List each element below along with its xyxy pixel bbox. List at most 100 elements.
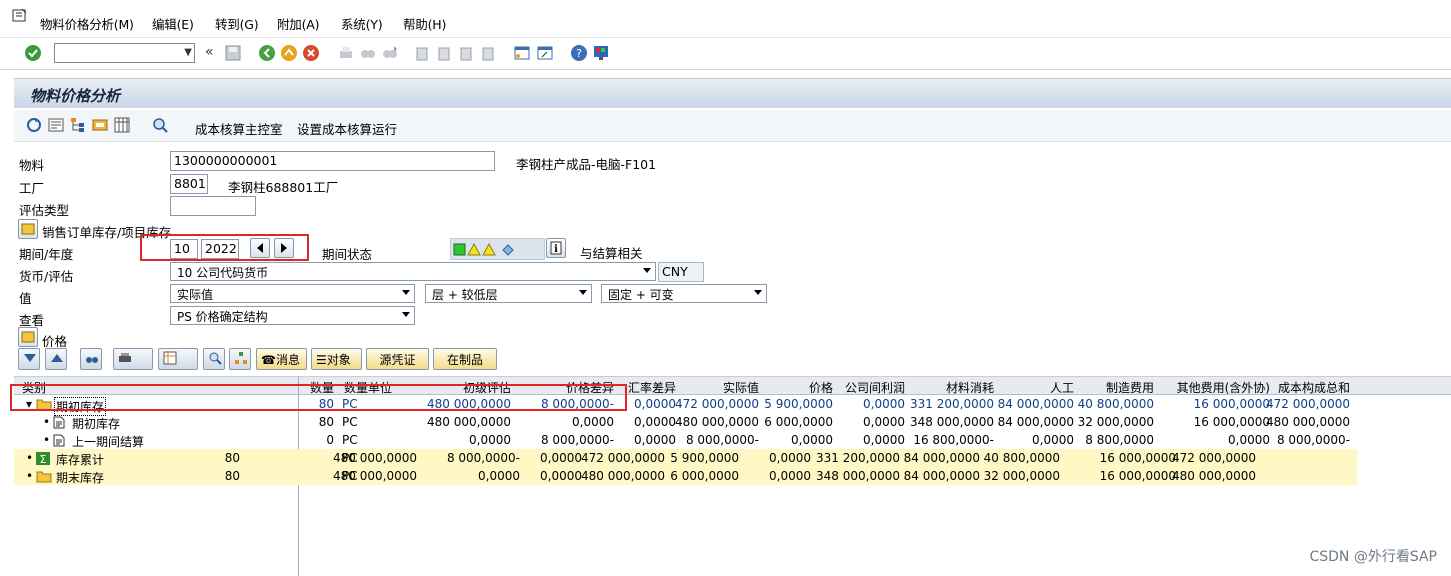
save-icon[interactable] [224,44,242,62]
first-page-icon[interactable] [413,44,431,62]
folder-icon [21,331,35,343]
command-field[interactable]: ▼ [54,43,195,63]
collapse-button[interactable] [45,348,67,370]
col-header-price-variance[interactable]: 价格差异 [566,379,614,396]
sales-order-stock-button[interactable] [18,219,38,239]
year-field[interactable]: 2022 [201,239,239,259]
customize-layout-icon[interactable] [592,44,610,62]
set-costing-run-button[interactable]: 设置成本核算运行 [297,119,397,138]
cancel-icon[interactable] [302,44,320,62]
table-row[interactable]: ▾ 期初库存 80 PC 480 000,0000 8 000,0000- 0,… [14,395,1451,416]
back-icon[interactable] [258,44,276,62]
chevron-down-icon [754,290,762,295]
level-dropdown[interactable]: 层 + 较低层 [425,284,592,303]
back-chevron-icon[interactable]: « [205,44,214,60]
price-button[interactable] [18,327,38,347]
costing-cockpit-button[interactable]: 成本核算主控室 [195,119,283,138]
cell-total-cost-components: 480 000,0000 [1172,469,1256,483]
structure-button[interactable] [229,348,251,370]
info-magnify-icon[interactable] [152,117,168,133]
cell-primary-valuation: 480 000,0000 [427,397,511,411]
exit-icon[interactable] [280,44,298,62]
menu-material-price-analysis[interactable]: 物料价格分析(M) [40,14,134,33]
status-info-button[interactable]: i [546,238,566,258]
value-type-dropdown[interactable]: 实际值 [170,284,415,303]
detail-icon[interactable] [48,117,64,133]
currency-valuation-value: 10 公司代码货币 [177,266,269,280]
new-session-icon[interactable] [513,44,531,62]
cell-labor: 0,0000 [1032,433,1074,447]
cell-total-cost-components: 472 000,0000 [1266,397,1350,411]
col-header-material-consumption[interactable]: 材料消耗 [946,379,994,396]
view-dropdown[interactable]: PS 价格确定结构 [170,306,415,325]
col-header-labor[interactable]: 人工 [1050,379,1074,396]
cell-primary-valuation: 480 000,0000 [333,469,417,483]
zoom-button[interactable] [203,348,225,370]
messages-button[interactable]: ☎消息 [256,348,307,370]
menu-system[interactable]: 系统(Y) [341,14,383,33]
previous-period-button[interactable] [250,238,270,258]
source-document-button[interactable]: 源凭证 [366,348,429,370]
menu-icon[interactable] [12,8,28,24]
svg-text:Σ: Σ [40,453,47,465]
table-row[interactable]: • Σ 库存累计 80 PC 480 000,0000 8 000,0000- … [14,449,1357,467]
cell-price-variance: 0,0000 [478,469,520,483]
col-header-price[interactable]: 价格 [809,379,833,396]
help-icon[interactable]: ? [570,44,588,62]
currency-code-field: CNY [658,262,704,282]
tree-node-label[interactable]: 上一期间结算 [72,433,144,450]
wip-button[interactable]: 在制品 [433,348,497,370]
table-row[interactable]: • 期初库存 80 PC 480 000,0000 0,0000 0,0000 … [14,413,1451,431]
cell-price-variance: 8 000,0000- [446,451,520,465]
valuation-type-field[interactable] [170,196,256,216]
menu-extras[interactable]: 附加(A) [277,14,320,33]
table-row[interactable]: • 上一期间结算 0 PC 0,0000 8 000,0000- 0,0000 … [14,431,1451,449]
layout-menu-button[interactable] [158,348,198,370]
find-next-icon[interactable] [381,44,399,62]
table-row[interactable]: • 期末库存 80 PC 480 000,0000 0,0000 0,0000 … [14,467,1357,485]
display-icon[interactable] [92,117,108,133]
object-button[interactable]: ☰对象 [311,348,362,370]
find-icon[interactable] [359,44,377,62]
fixed-variable-dropdown[interactable]: 固定 + 可变 [601,284,767,303]
fixed-variable-value: 固定 + 可变 [608,288,674,302]
tree-node-label[interactable]: 期末库存 [56,469,104,486]
find-button[interactable] [80,348,102,370]
next-period-button[interactable] [274,238,294,258]
print-icon[interactable] [337,44,355,62]
menu-edit[interactable]: 编辑(E) [152,14,194,33]
menu-goto[interactable]: 转到(G) [215,14,259,33]
check-icon[interactable] [24,44,42,62]
col-header-exchange-variance[interactable]: 汇率差异 [628,379,676,396]
col-header-category[interactable]: 类别 [22,379,46,396]
col-header-actual-value[interactable]: 实际值 [723,379,759,396]
col-header-total-cost-components[interactable]: 成本构成总和 [1278,379,1350,396]
tree-node-label[interactable]: 期初库存 [72,415,120,432]
currency-valuation-dropdown[interactable]: 10 公司代码货币 [170,262,656,281]
print-menu-button[interactable] [113,348,153,370]
cell-overhead: 40 800,0000 [983,451,1060,465]
tree-node-label[interactable]: 库存累计 [56,451,104,468]
col-header-overhead[interactable]: 制造费用 [1106,379,1154,396]
col-header-intercompany-profit[interactable]: 公司间利润 [845,379,905,396]
refresh-icon[interactable] [26,117,42,133]
period-field[interactable]: 10 [170,239,198,259]
col-header-unit[interactable]: 数量单位 [344,379,392,396]
shortcut-icon[interactable] [536,44,554,62]
table-icon[interactable] [114,117,130,133]
menu-help[interactable]: 帮助(H) [403,14,446,33]
material-field[interactable]: 1300000000001 [170,151,495,171]
next-page-icon[interactable] [457,44,475,62]
col-header-primary-valuation[interactable]: 初级评估 [463,379,511,396]
hierarchy-icon[interactable] [70,117,86,133]
expand-button[interactable] [18,348,40,370]
cell-price: 6 000,0000 [670,469,739,483]
cell-material-consumption: 16 800,0000- [913,433,994,447]
expand-arrow-icon[interactable]: ▾ [26,397,32,411]
col-header-quantity[interactable]: 数量 [310,379,334,396]
prev-page-icon[interactable] [435,44,453,62]
plant-field[interactable]: 8801 [170,174,208,194]
last-page-icon[interactable] [479,44,497,62]
col-header-other-costs[interactable]: 其他费用(含外协) [1177,379,1270,396]
chevron-down-icon[interactable]: ▼ [184,47,192,58]
